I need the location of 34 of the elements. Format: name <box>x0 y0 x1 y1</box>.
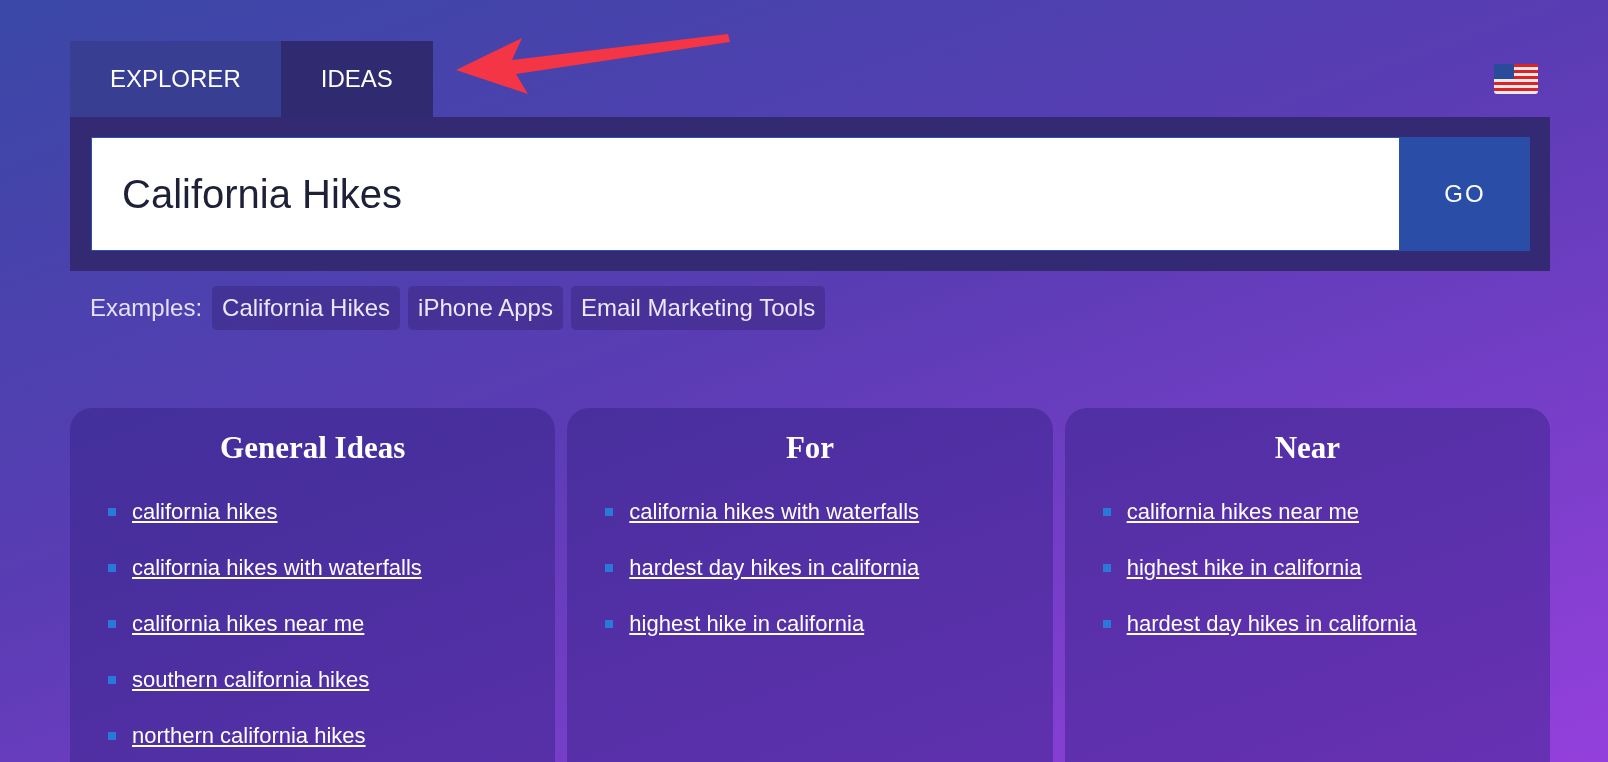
tab[interactable]: EXPLORER <box>70 41 281 117</box>
bullet-icon <box>605 508 614 516</box>
example-chip[interactable]: Email Marketing Tools <box>570 286 826 330</box>
bullet-icon <box>605 564 614 572</box>
bullet-icon <box>108 508 116 516</box>
idea-link[interactable]: hardest day hikes in california <box>1126 611 1417 637</box>
examples-label: Examples: <box>90 294 203 322</box>
idea-link[interactable]: highest hike in california <box>1126 555 1362 581</box>
card-title: Near <box>1273 430 1342 466</box>
bullet-icon <box>605 620 614 628</box>
tab[interactable]: IDEAS <box>280 41 433 117</box>
flag-icon[interactable] <box>1494 64 1538 94</box>
card-title: For <box>784 430 836 466</box>
bullet-icon <box>1102 620 1111 628</box>
card-title: General Ideas <box>219 430 407 466</box>
example-chip[interactable]: iPhone Apps <box>408 286 563 330</box>
bullet-icon <box>108 732 116 740</box>
bullet-icon <box>1102 508 1111 516</box>
search-field[interactable]: California Hikes <box>91 137 1400 251</box>
idea-link[interactable]: california hikes with waterfalls <box>629 499 920 525</box>
idea-link[interactable]: california hikes near me <box>132 611 365 637</box>
idea-link[interactable]: hardest day hikes in california <box>629 555 920 581</box>
go-button[interactable]: GO <box>1400 137 1530 251</box>
bullet-icon <box>1102 564 1111 572</box>
idea-link[interactable]: southern california hikes <box>132 667 370 693</box>
idea-link[interactable]: california hikes <box>132 499 278 525</box>
bullet-icon <box>108 620 116 628</box>
bullet-icon <box>108 676 116 684</box>
idea-link[interactable]: northern california hikes <box>132 723 366 749</box>
example-chip[interactable]: California Hikes <box>212 286 401 330</box>
idea-link[interactable]: california hikes near me <box>1126 499 1359 525</box>
bullet-icon <box>108 564 116 572</box>
idea-link[interactable]: highest hike in california <box>629 611 865 637</box>
idea-link[interactable]: california hikes with waterfalls <box>132 555 422 581</box>
